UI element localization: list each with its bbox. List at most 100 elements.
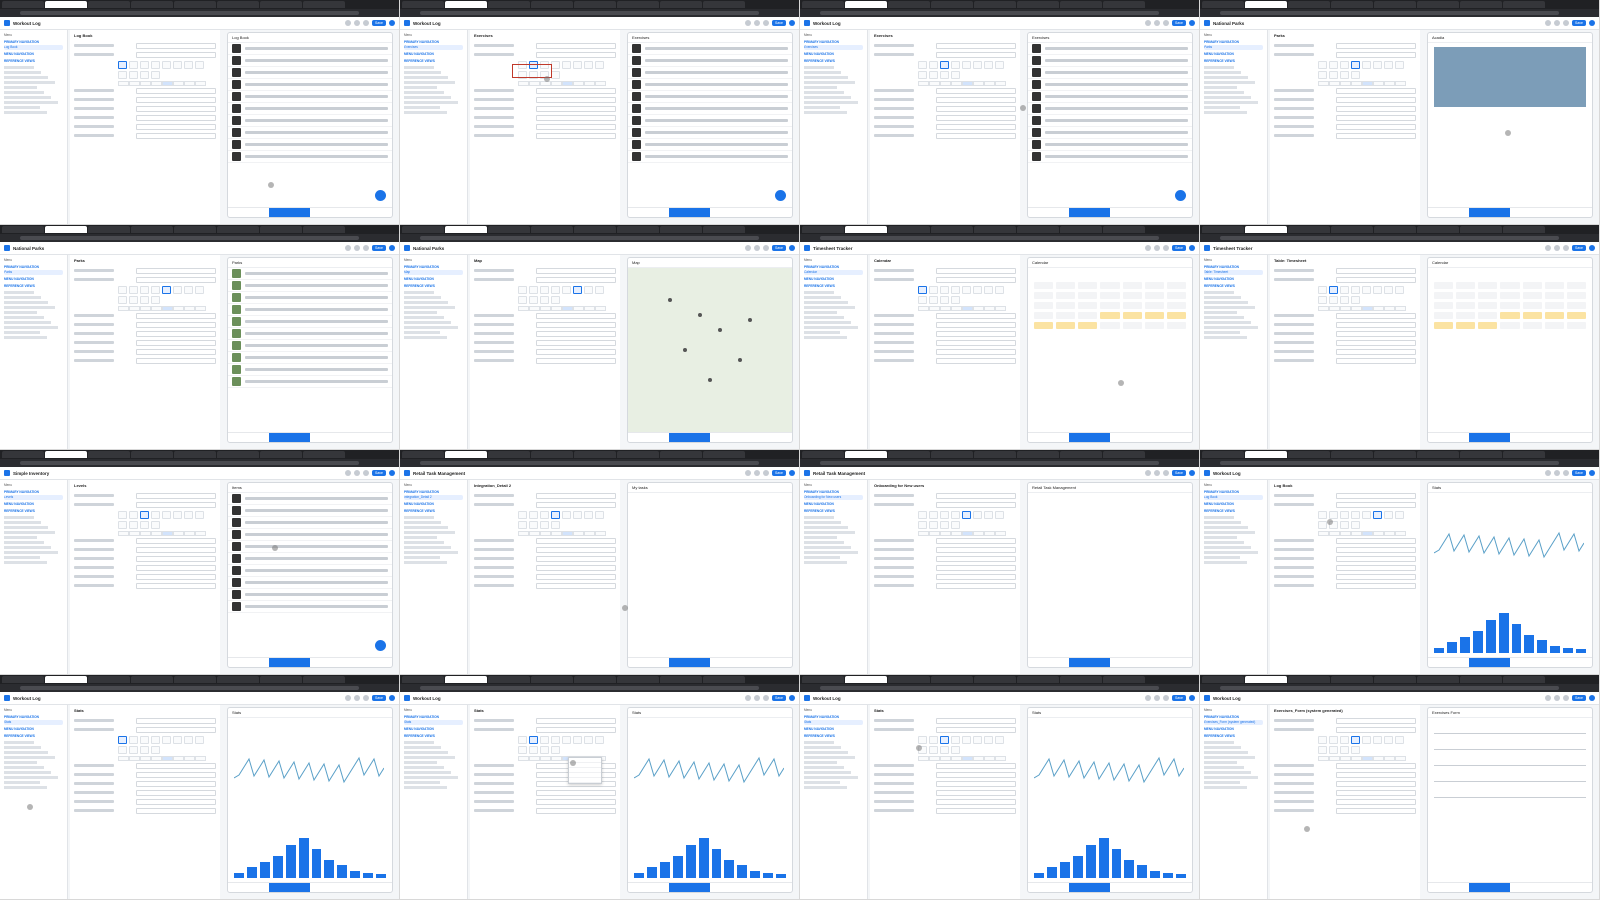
view-option-input[interactable] (1336, 537, 1416, 544)
undo-icon[interactable] (745, 20, 751, 26)
position-option[interactable] (984, 531, 995, 536)
sidebar-list-item[interactable] (1204, 81, 1255, 84)
sidebar-list-item[interactable] (4, 781, 40, 784)
preview-list-item[interactable] (628, 67, 792, 79)
position-option[interactable] (1362, 306, 1373, 311)
sidebar-list-item[interactable] (1204, 776, 1258, 779)
redo-icon[interactable] (354, 695, 360, 701)
address-bar[interactable] (800, 9, 1199, 17)
bottom-nav-tab[interactable] (1151, 433, 1192, 442)
view-type-option[interactable] (984, 511, 993, 519)
sidebar-list-item[interactable] (804, 551, 858, 554)
view-type-option[interactable] (584, 736, 593, 744)
browser-tab[interactable] (1374, 451, 1416, 458)
calendar-day-cell[interactable] (1034, 292, 1054, 299)
sidebar-list-item[interactable] (4, 751, 48, 754)
for-this-data-select[interactable] (136, 51, 216, 58)
view-type-option[interactable] (1329, 736, 1338, 744)
sidebar-list-item[interactable] (1204, 336, 1247, 339)
view-option-input[interactable] (536, 123, 616, 130)
preview-list-item[interactable] (228, 565, 392, 577)
browser-tab[interactable] (402, 451, 444, 458)
calendar-day-cell[interactable] (1100, 292, 1120, 299)
avatar[interactable] (789, 695, 795, 701)
calendar-day-cell[interactable] (1166, 322, 1186, 329)
view-type-option[interactable] (151, 521, 160, 529)
bottom-nav-tab[interactable] (751, 433, 792, 442)
view-type-option[interactable] (984, 736, 993, 744)
view-type-option[interactable] (1329, 71, 1338, 79)
view-type-option[interactable] (551, 296, 560, 304)
calendar-day-cell[interactable] (1522, 302, 1542, 309)
browser-tab[interactable] (303, 451, 345, 458)
browser-tab[interactable] (217, 226, 259, 233)
calendar-day-cell[interactable] (1056, 292, 1076, 299)
browser-tab-strip[interactable] (800, 0, 1199, 9)
view-type-option[interactable] (1329, 61, 1338, 69)
sidebar-list-item[interactable] (804, 81, 855, 84)
calendar-day-cell[interactable] (1144, 292, 1164, 299)
view-type-option[interactable] (1395, 511, 1404, 519)
view-type-option[interactable] (518, 521, 527, 529)
app-preview[interactable]: Stats (1427, 482, 1593, 668)
view-option-input[interactable] (536, 105, 616, 112)
view-option-input[interactable] (536, 330, 616, 337)
calendar-day-cell[interactable] (1056, 282, 1076, 289)
sidebar-list-item[interactable] (1204, 546, 1251, 549)
browser-tab[interactable] (1374, 676, 1416, 683)
sidebar-list-item[interactable] (804, 781, 840, 784)
view-option-input[interactable] (536, 96, 616, 103)
preview-list-item[interactable] (228, 91, 392, 103)
position-option[interactable] (173, 531, 184, 536)
browser-tab[interactable] (1245, 676, 1287, 683)
view-type-option[interactable] (595, 286, 604, 294)
view-type-option[interactable] (973, 511, 982, 519)
form-field[interactable] (1434, 726, 1586, 734)
position-option[interactable] (518, 81, 529, 86)
view-name-input[interactable] (936, 267, 1016, 274)
preview-list-item[interactable] (228, 79, 392, 91)
browser-tab[interactable] (1245, 1, 1287, 8)
view-type-option[interactable] (940, 71, 949, 79)
bottom-nav-tab[interactable] (1110, 883, 1151, 892)
browser-tab[interactable] (1374, 1, 1416, 8)
browser-tab[interactable] (1202, 1, 1244, 8)
position-option[interactable] (529, 306, 540, 311)
save-button[interactable]: Save (372, 245, 386, 251)
avatar[interactable] (1589, 20, 1595, 26)
browser-tab[interactable] (45, 676, 87, 683)
calendar-day-cell[interactable] (1522, 312, 1542, 319)
browser-tab[interactable] (1460, 451, 1502, 458)
calendar-day-cell[interactable] (1034, 282, 1054, 289)
position-option[interactable] (551, 81, 562, 86)
view-option-input[interactable] (936, 357, 1016, 364)
view-type-option[interactable] (584, 511, 593, 519)
map-pin-icon[interactable] (718, 328, 722, 332)
sidebar-item-selected[interactable]: Parks (4, 270, 63, 275)
browser-tab[interactable] (802, 451, 844, 458)
sidebar-list-item[interactable] (4, 516, 34, 519)
bottom-nav-tab[interactable] (1028, 658, 1069, 667)
sidebar-list-item[interactable] (804, 526, 848, 529)
sidebar-list-item[interactable] (804, 756, 855, 759)
browser-tab[interactable] (488, 676, 530, 683)
view-type-option[interactable] (140, 71, 149, 79)
position-option[interactable] (962, 531, 973, 536)
view-type-option[interactable] (551, 61, 560, 69)
position-option[interactable] (918, 756, 929, 761)
calendar-day-cell[interactable] (1056, 302, 1076, 309)
sidebar-list-item[interactable] (1204, 86, 1237, 89)
view-type-option[interactable] (1351, 71, 1360, 79)
settings-icon[interactable] (363, 245, 369, 251)
browser-tab[interactable] (1103, 676, 1145, 683)
calendar-day-cell[interactable] (1566, 282, 1586, 289)
sidebar-list-item[interactable] (1204, 101, 1258, 104)
sidebar-list-item[interactable] (4, 521, 41, 524)
browser-tab[interactable] (1417, 451, 1459, 458)
settings-icon[interactable] (763, 470, 769, 476)
calendar-day-cell[interactable] (1566, 302, 1586, 309)
map-pin-icon[interactable] (738, 358, 742, 362)
view-type-option[interactable] (1362, 286, 1371, 294)
calendar-day-cell[interactable] (1034, 322, 1054, 329)
sidebar-list-item[interactable] (4, 101, 58, 104)
